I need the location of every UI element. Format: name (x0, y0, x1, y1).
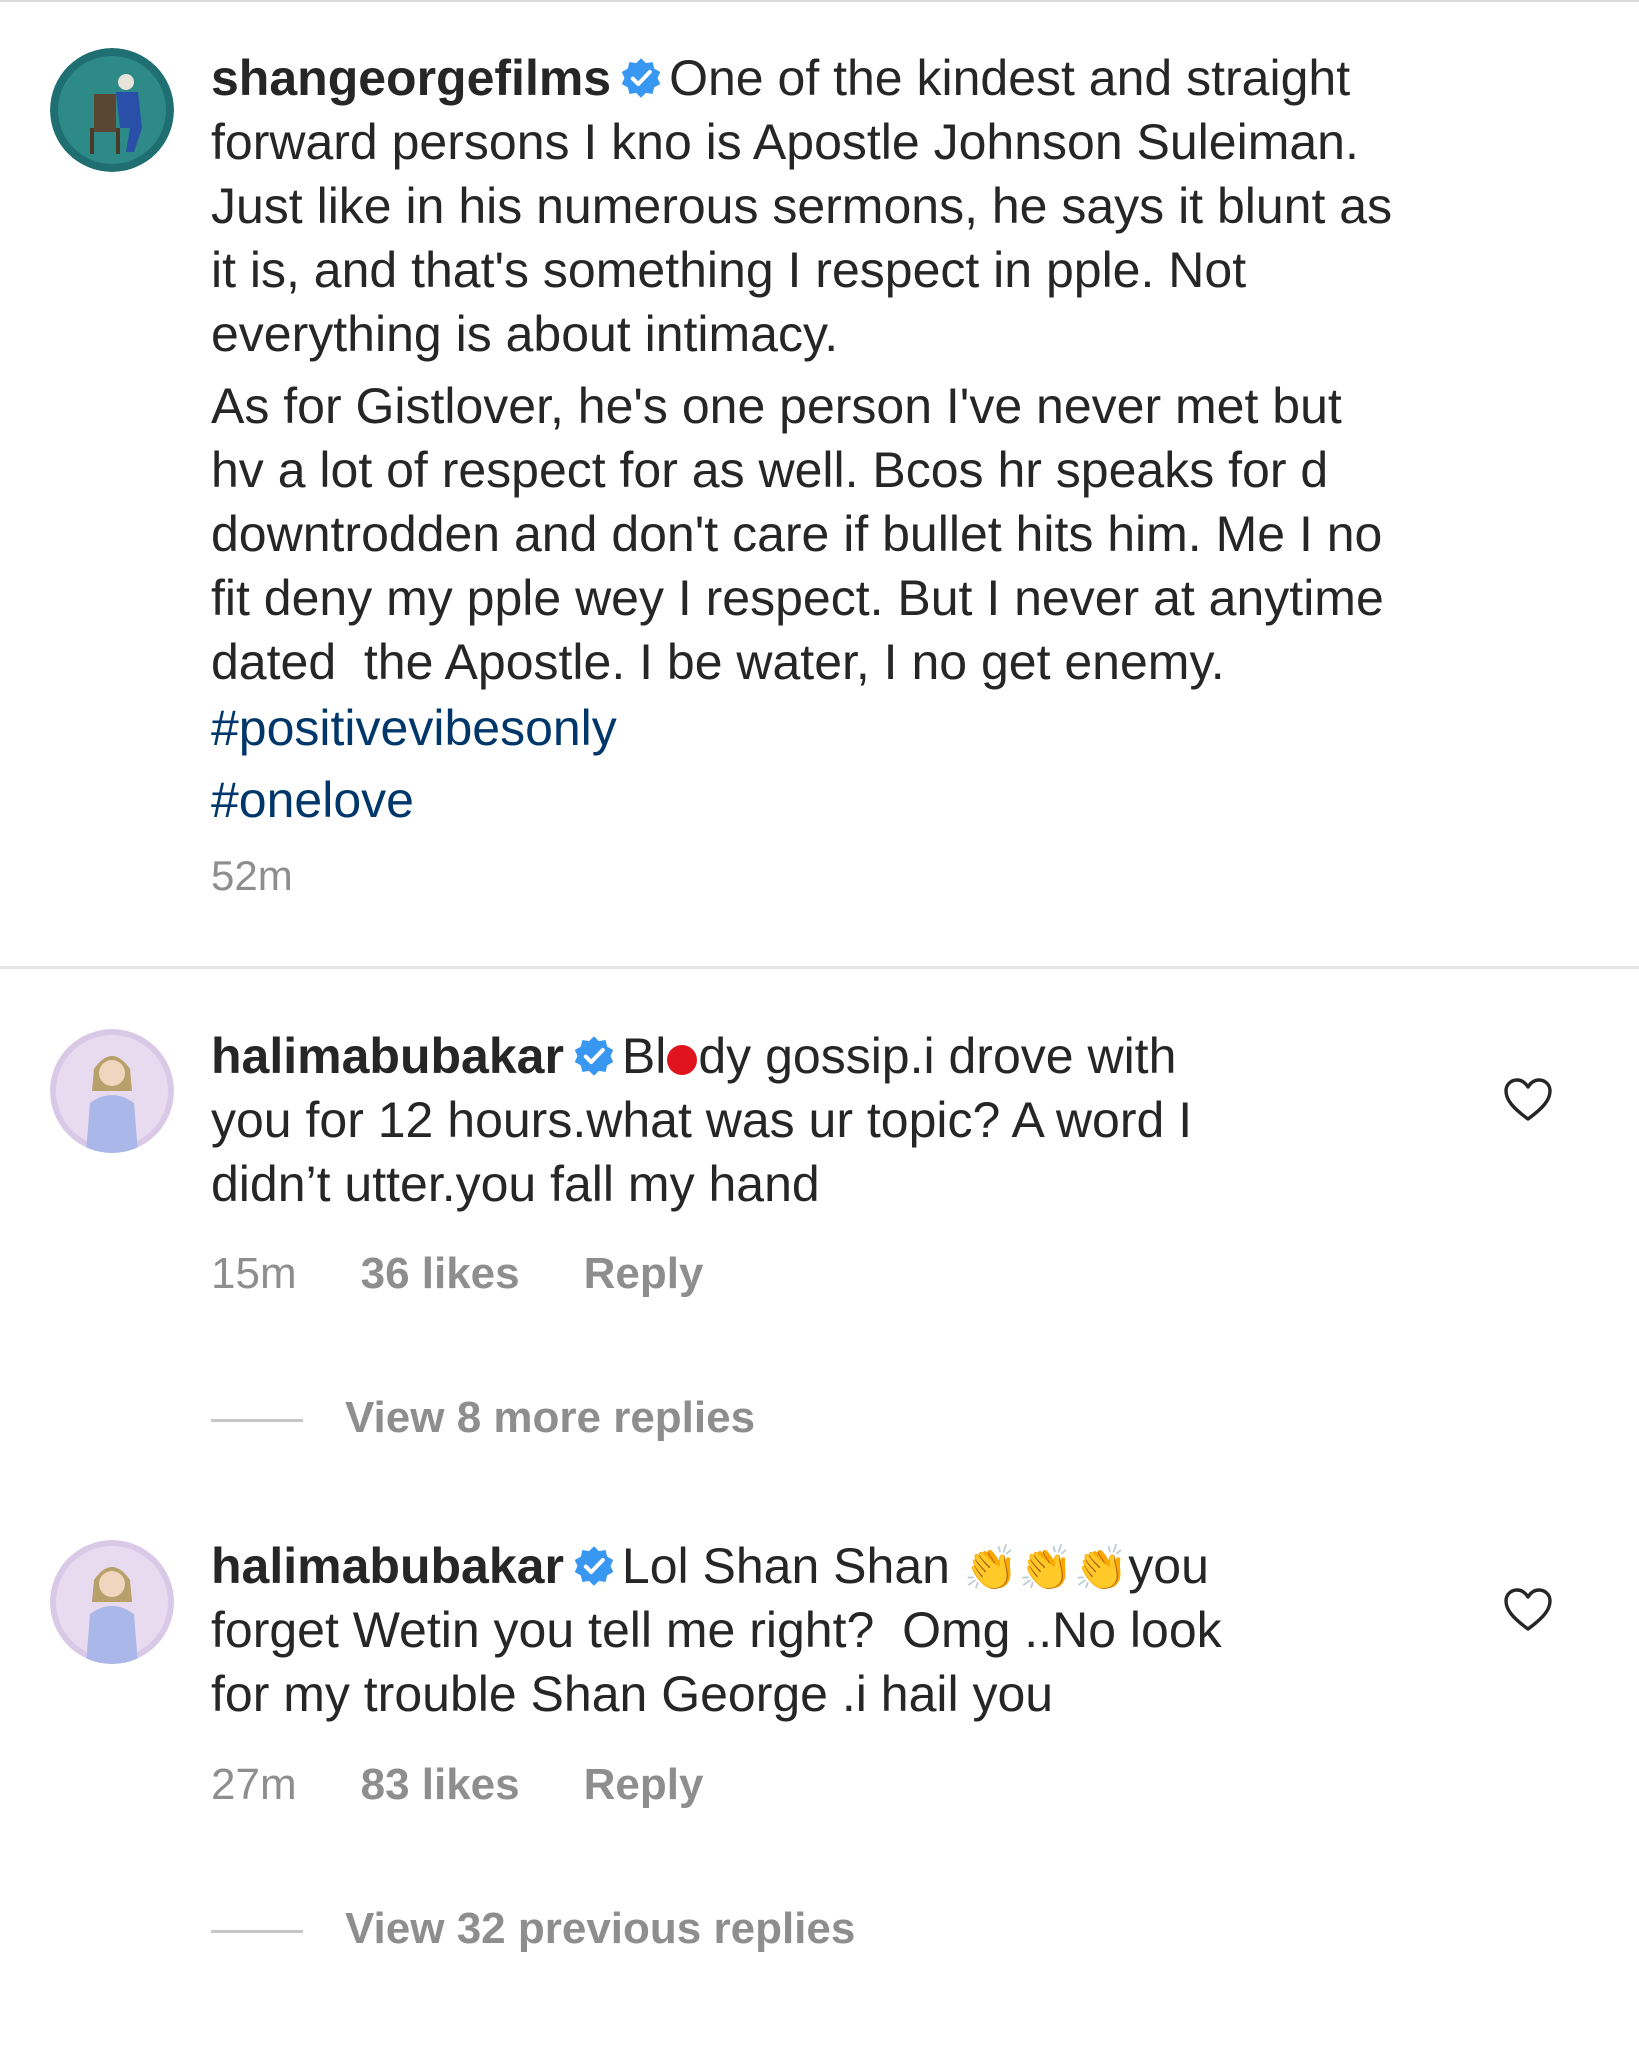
comment-line: you for 12 hours.what was ur topic? A wo… (211, 1092, 1193, 1148)
view-replies-label: View 8 more replies (345, 1393, 756, 1442)
post-username[interactable]: shangeorgefilms (211, 50, 611, 106)
dash-divider (211, 1418, 303, 1422)
hashtag-link[interactable]: #onelove (211, 768, 1591, 832)
comment-username[interactable]: halimabubakar (211, 1028, 564, 1084)
comment-line: for my trouble Shan George .i hail you (211, 1666, 1054, 1722)
comment-meta: 27m 83 likes Reply (211, 1760, 767, 1810)
section-divider (0, 966, 1639, 969)
comment-likes[interactable]: 36 likes (361, 1249, 520, 1298)
like-heart-icon[interactable] (1503, 1587, 1553, 1633)
comment-likes[interactable]: 83 likes (361, 1760, 520, 1809)
comment-text-start: Bl (621, 1028, 667, 1084)
comment-text: halimabubakar Bl dy gossip.i drove with yo… (211, 1024, 1591, 1216)
caption-line: forward persons I kno is Apostle Johnson… (211, 114, 1359, 170)
post-caption: shangeorgefilms One of the kindest and st… (211, 46, 1591, 832)
like-heart-icon[interactable] (1503, 1077, 1553, 1123)
caption-line: As for Gistlover, he's one person I've n… (211, 378, 1342, 434)
red-circle-emoji-icon (667, 1045, 698, 1075)
dash-divider (211, 1929, 303, 1933)
avatar-halimabubakar[interactable] (50, 1540, 174, 1664)
caption-line: hv a lot of respect for as well. Bcos hr… (211, 442, 1329, 498)
caption-line: everything is about intimacy. (211, 306, 839, 362)
comment-text: halimabubakar Lol Shan Shan 👏👏👏you forget… (211, 1534, 1591, 1726)
caption-line: Just like in his numerous sermons, he sa… (211, 178, 1393, 234)
caption-line: downtrodden and don't care if bullet hit… (211, 506, 1383, 562)
verified-badge-icon (619, 56, 663, 100)
comment-timestamp: 27m (211, 1760, 297, 1809)
caption-line: it is, and that's something I respect in… (211, 242, 1247, 298)
comment-username[interactable]: halimabubakar (211, 1538, 564, 1594)
clapping-hands-icon: 👏 (1073, 1544, 1129, 1593)
caption-line: fit deny my pple wey I respect. But I ne… (211, 570, 1384, 626)
caption-line: dated the Apostle. I be water, I no get … (211, 634, 1225, 690)
post-timestamp: 52m (211, 852, 293, 899)
view-replies-button[interactable]: View 8 more replies (211, 1393, 755, 1443)
comment-timestamp: 15m (211, 1249, 297, 1298)
comment-meta: 15m 36 likes Reply (211, 1249, 767, 1299)
comment-text-rest: you (1128, 1538, 1209, 1594)
view-replies-button[interactable]: View 32 previous replies (211, 1904, 855, 1954)
top-border (0, 0, 1639, 2)
caption-line: One of the kindest and straight (669, 50, 1351, 106)
comment-text-start: Lol Shan Shan (621, 1538, 950, 1594)
clapping-hands-icon: 👏 (1018, 1544, 1074, 1593)
reply-button[interactable]: Reply (584, 1760, 704, 1809)
view-replies-label: View 32 previous replies (345, 1904, 856, 1953)
comment-line: forget Wetin you tell me right? Omg ..No… (211, 1602, 1222, 1658)
clapping-hands-icon: 👏 (963, 1544, 1019, 1593)
comment-line: didn’t utter.you fall my hand (211, 1156, 820, 1212)
avatar-shangeorgefilms[interactable] (50, 48, 174, 172)
verified-badge-icon (572, 1544, 616, 1588)
comment-text-rest: dy gossip.i drove with (698, 1028, 1177, 1084)
hashtag-link[interactable]: #positivevibesonly (211, 696, 1591, 760)
reply-button[interactable]: Reply (584, 1249, 704, 1298)
avatar-halimabubakar[interactable] (50, 1029, 174, 1153)
verified-badge-icon (572, 1034, 616, 1078)
